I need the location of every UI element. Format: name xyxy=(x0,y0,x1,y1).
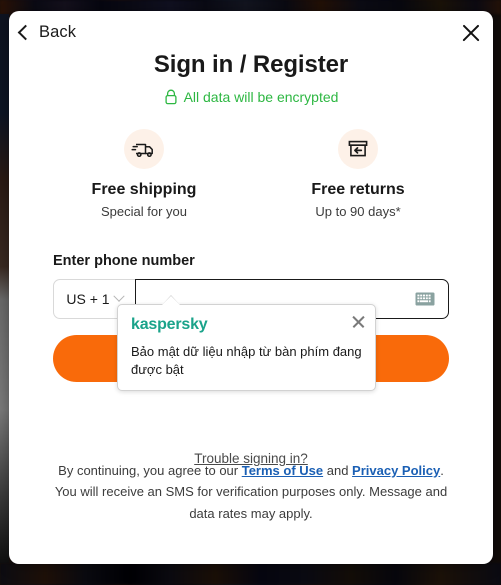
benefits-row: Free shipping Special for you Free retur… xyxy=(9,129,493,219)
return-box-icon xyxy=(348,140,368,157)
legal-footer: By continuing, you agree to our Terms of… xyxy=(49,460,453,524)
back-button[interactable]: Back xyxy=(14,20,82,45)
modal-topbar: Back xyxy=(9,11,493,53)
legal-text-part1: By continuing, you agree to our xyxy=(58,462,242,478)
lock-icon xyxy=(165,89,177,105)
benefit-title: Free returns xyxy=(311,181,405,198)
backdrop-left-strip xyxy=(0,14,9,563)
legal-text-part2: and xyxy=(323,462,353,478)
backdrop-bottom-band xyxy=(0,563,501,585)
benefit-subtitle: Special for you xyxy=(101,204,187,219)
truck-icon-background xyxy=(124,129,164,169)
signin-modal: Back Sign in / Register All data will be… xyxy=(9,11,493,564)
privacy-policy-link[interactable]: Privacy Policy xyxy=(352,463,440,478)
benefit-free-shipping: Free shipping Special for you xyxy=(37,129,251,219)
return-box-icon-background xyxy=(338,129,378,169)
truck-icon xyxy=(131,143,153,158)
benefit-subtitle: Up to 90 days* xyxy=(315,204,401,219)
kaspersky-tooltip-close-icon[interactable] xyxy=(351,314,366,329)
page-title: Sign in / Register xyxy=(153,51,349,78)
kaspersky-tooltip-message: Bảo mật dữ liệu nhập từ bàn phím đang đư… xyxy=(131,344,362,377)
chevron-down-icon xyxy=(112,290,125,302)
kaspersky-tooltip: kaspersky Bảo mật dữ liệu nhập từ bàn ph… xyxy=(117,294,376,392)
encryption-notice: All data will be encrypted xyxy=(9,89,493,105)
encryption-notice-text: All data will be encrypted xyxy=(183,89,339,105)
benefit-free-returns: Free returns Up to 90 days* xyxy=(251,129,465,219)
phone-field-label: Enter phone number xyxy=(53,253,195,269)
keyboard-icon[interactable] xyxy=(415,292,435,306)
close-icon[interactable] xyxy=(458,20,484,46)
benefit-title: Free shipping xyxy=(91,181,197,198)
country-code-label: US + 1 xyxy=(66,291,110,307)
back-button-label: Back xyxy=(39,23,77,41)
kaspersky-logo: kaspersky xyxy=(131,316,208,333)
chevron-left-icon xyxy=(17,24,34,41)
terms-of-use-link[interactable]: Terms of Use xyxy=(242,463,323,478)
